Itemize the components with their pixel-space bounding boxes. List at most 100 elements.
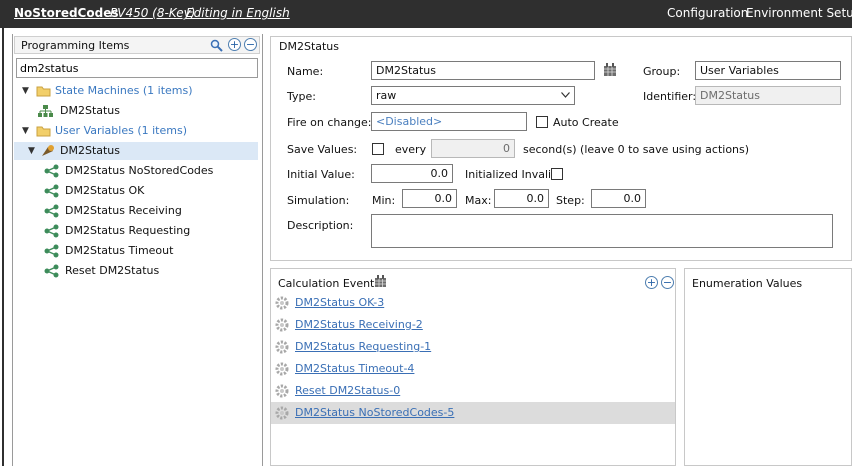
gear-icon — [275, 384, 289, 398]
tree-item-event[interactable]: Reset DM2Status — [14, 262, 260, 280]
event-link[interactable]: DM2Status OK-3 — [295, 292, 384, 314]
tree-node-state-machines[interactable]: ▼ State Machines (1 items) — [14, 82, 260, 100]
remove-icon[interactable]: − — [244, 38, 257, 51]
max-label: Max: — [465, 194, 492, 207]
type-label: Type: — [287, 90, 316, 103]
tree-label: DM2Status OK — [65, 184, 145, 197]
programming-items-header: Programming Items + − — [14, 36, 260, 54]
configuration-menu[interactable]: Configuration — [667, 6, 748, 20]
gear-icon — [275, 318, 289, 332]
save-values-checkbox[interactable] — [372, 143, 384, 155]
type-value: raw — [376, 89, 397, 102]
remove-event-icon[interactable]: − — [661, 276, 674, 289]
event-link-icon — [44, 224, 59, 238]
save-values-label: Save Values: — [287, 143, 358, 156]
min-label: Min: — [372, 194, 396, 207]
name-field[interactable]: DM2Status — [371, 61, 595, 80]
group-field[interactable]: User Variables — [695, 61, 841, 80]
chevron-down-icon[interactable] — [561, 92, 570, 98]
event-link-icon — [44, 204, 59, 218]
identifier-field: DM2Status — [695, 86, 841, 105]
max-field[interactable]: 0.0 — [494, 189, 549, 208]
chevron-down-icon[interactable]: ▼ — [22, 82, 29, 100]
add-icon[interactable]: + — [228, 38, 241, 51]
calculation-event-row[interactable]: Reset DM2Status-0 — [271, 380, 675, 402]
left-panel-border — [12, 34, 13, 466]
environment-setup-menu[interactable]: Environment Setup — [746, 6, 852, 20]
identifier-label: Identifier: — [643, 90, 697, 103]
calculation-event-row-selected[interactable]: DM2Status NoStoredCodes-5 — [271, 402, 675, 424]
step-field[interactable]: 0.0 — [591, 189, 646, 208]
tree-item-event[interactable]: DM2Status NoStoredCodes — [14, 162, 260, 180]
event-link[interactable]: DM2Status NoStoredCodes-5 — [295, 402, 454, 424]
tree-label: DM2Status NoStoredCodes — [65, 164, 214, 177]
group-label: Group: — [643, 65, 681, 78]
event-link[interactable]: Reset DM2Status-0 — [295, 380, 400, 402]
fire-on-change-label: Fire on change: — [287, 116, 372, 129]
event-link-icon — [44, 244, 59, 258]
tree-item-event[interactable]: DM2Status Receiving — [14, 202, 260, 220]
programming-items-title: Programming Items — [21, 39, 130, 52]
tree-label: DM2Status Timeout — [65, 244, 174, 257]
tree-label: DM2Status Requesting — [65, 224, 191, 237]
initialized-invalid-label: Initialized Invalid: — [465, 168, 562, 181]
chevron-down-icon[interactable]: ▼ — [22, 122, 29, 140]
calculation-event-row[interactable]: DM2Status OK-3 — [271, 292, 675, 314]
auto-create-checkbox[interactable] — [536, 116, 548, 128]
initialized-invalid-checkbox[interactable] — [551, 168, 563, 180]
event-link-icon — [44, 264, 59, 278]
auto-create-label: Auto Create — [553, 116, 619, 129]
tree-label: User Variables (1 items) — [55, 124, 187, 137]
initial-value-field[interactable]: 0.0 — [371, 164, 453, 183]
chevron-down-icon[interactable]: ▼ — [28, 142, 35, 160]
every-seconds-field: 0 — [431, 139, 515, 158]
tree-label: Reset DM2Status — [65, 264, 160, 277]
search-icon[interactable] — [210, 39, 223, 52]
string-table-icon[interactable] — [374, 275, 387, 288]
search-input[interactable] — [16, 58, 258, 78]
tree-item-event[interactable]: DM2Status Requesting — [14, 222, 260, 240]
calculation-events-panel: Calculation Events + − DM2Status OK-3 DM… — [270, 268, 676, 466]
tree-label: DM2Status Receiving — [65, 204, 182, 217]
device-link[interactable]: PV450 (8-Key) — [110, 6, 195, 20]
string-table-icon[interactable] — [603, 63, 617, 77]
step-label: Step: — [556, 194, 585, 207]
tree-item-state-machine[interactable]: DM2Status — [14, 102, 260, 120]
tree-item-event[interactable]: DM2Status Timeout — [14, 242, 260, 260]
tree-node-user-variables[interactable]: ▼ User Variables (1 items) — [14, 122, 260, 140]
gear-icon — [275, 296, 289, 310]
title-bar: NoStoredCodes PV450 (8-Key) Editing in E… — [0, 0, 852, 28]
simulation-label: Simulation: — [287, 194, 350, 207]
variable-icon — [42, 145, 54, 156]
folder-icon — [36, 126, 51, 137]
variable-properties-panel: DM2Status Name: DM2Status Group: User Va… — [270, 36, 852, 261]
event-link[interactable]: DM2Status Timeout-4 — [295, 358, 414, 380]
fire-on-change-field[interactable]: <Disabled> — [371, 112, 527, 131]
initial-value-label: Initial Value: — [287, 168, 355, 181]
tree-item-selected-variable[interactable]: ▼ DM2Status — [14, 142, 258, 160]
description-field[interactable] — [371, 214, 833, 248]
event-link-icon — [44, 164, 59, 178]
add-event-icon[interactable]: + — [645, 276, 658, 289]
calculation-event-row[interactable]: DM2Status Receiving-2 — [271, 314, 675, 336]
language-link[interactable]: Editing in English — [186, 6, 290, 20]
window-edge — [2, 28, 4, 466]
tree-item-event[interactable]: DM2Status OK — [14, 182, 260, 200]
name-label: Name: — [287, 65, 324, 78]
min-field[interactable]: 0.0 — [402, 189, 457, 208]
seconds-hint: second(s) (leave 0 to save using actions… — [523, 143, 750, 156]
event-link[interactable]: DM2Status Requesting-1 — [295, 336, 431, 358]
gear-icon — [275, 340, 289, 354]
type-select[interactable]: raw — [371, 86, 575, 105]
calculation-event-row[interactable]: DM2Status Timeout-4 — [271, 358, 675, 380]
every-label: every — [395, 143, 427, 156]
section-title: DM2Status — [279, 40, 340, 53]
splitter[interactable] — [262, 34, 263, 466]
project-name-link[interactable]: NoStoredCodes — [14, 6, 118, 20]
event-link[interactable]: DM2Status Receiving-2 — [295, 314, 423, 336]
calculation-event-row[interactable]: DM2Status Requesting-1 — [271, 336, 675, 358]
calculation-events-title: Calculation Events — [278, 277, 381, 290]
tree-label: State Machines (1 items) — [55, 84, 193, 97]
enumeration-values-panel: Enumeration Values — [684, 268, 852, 466]
event-link-icon — [44, 184, 59, 198]
